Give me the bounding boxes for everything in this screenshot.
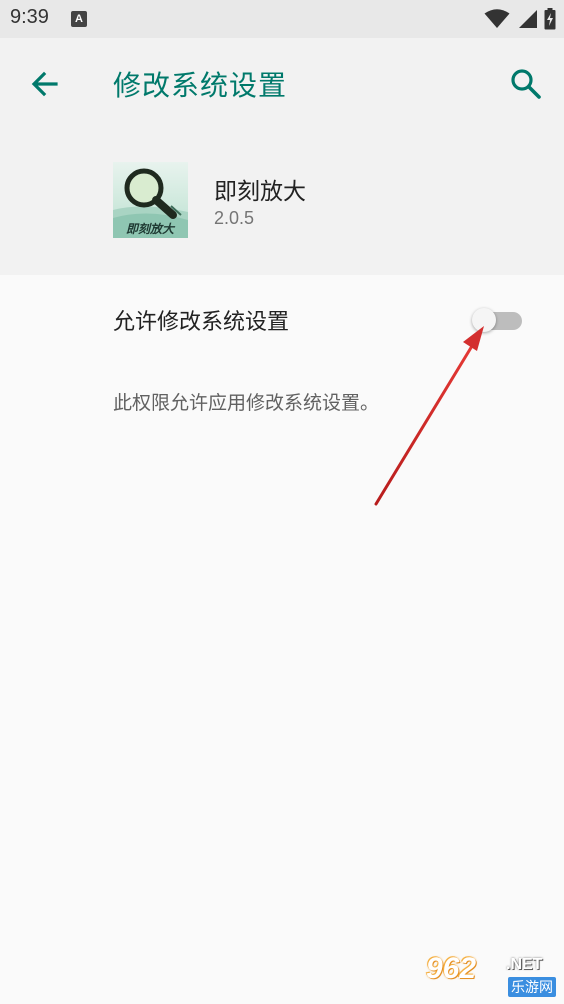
app-header: 修改系统设置 即刻放大 即刻放大 2.0.5 — [0, 38, 564, 275]
app-version: 2.0.5 — [214, 208, 255, 228]
app-name: 即刻放大 — [214, 179, 306, 205]
status-icons — [484, 8, 556, 30]
svg-text:即刻放大: 即刻放大 — [126, 222, 176, 236]
watermark-suffix: .NET — [506, 956, 543, 973]
magnifier-logo-icon: 即刻放大 — [113, 168, 188, 238]
allow-modify-settings-row[interactable]: 允许修改系统设置 — [0, 276, 564, 362]
back-button[interactable] — [26, 66, 62, 102]
page-title: 修改系统设置 — [113, 69, 288, 102]
status-bar: 9:39 A — [0, 0, 564, 38]
wifi-icon — [484, 9, 510, 28]
signal-icon — [519, 10, 537, 28]
battery-icon — [544, 8, 556, 30]
allow-modify-settings-toggle[interactable] — [470, 306, 524, 334]
status-time: 9:39 — [10, 6, 49, 28]
watermark-sub: 乐游网 — [508, 977, 556, 997]
setting-label: 允许修改系统设置 — [113, 310, 290, 335]
search-icon — [511, 69, 541, 99]
watermark-main: 962 — [426, 952, 477, 985]
arrow-back-icon — [31, 71, 58, 97]
toggle-thumb — [472, 308, 496, 332]
search-button[interactable] — [508, 66, 544, 102]
app-icon: 即刻放大 — [113, 162, 188, 238]
notification-icon: A — [71, 11, 87, 27]
watermark: 962 .NET 乐游网 — [424, 950, 558, 1000]
setting-description: 此权限允许应用修改系统设置。 — [113, 392, 380, 414]
